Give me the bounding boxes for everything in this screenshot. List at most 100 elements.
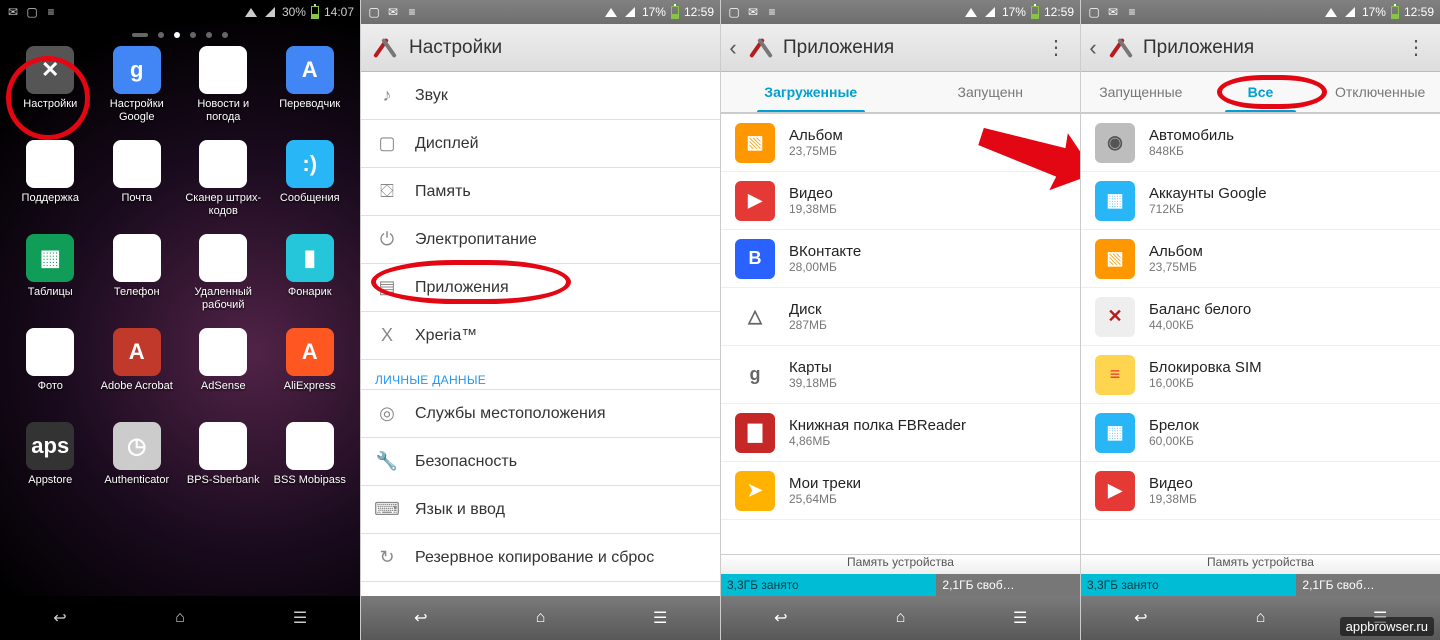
app-Таблицы[interactable]: ▦Таблицы: [8, 234, 93, 326]
setting-Язык и ввод[interactable]: ⌨Язык и ввод: [361, 486, 720, 534]
clock: 12:59: [1044, 5, 1074, 19]
app-row-ВКонтакте[interactable]: BВКонтакте28,00МБ: [721, 230, 1080, 288]
nav-home[interactable]: ⌂: [518, 606, 562, 630]
app-label: Фонарик: [288, 286, 332, 299]
app-Переводчик[interactable]: AПереводчик: [268, 46, 353, 138]
nav-back[interactable]: ↩: [1119, 606, 1163, 630]
app-row-Блокировка SIM[interactable]: ≡Блокировка SIM16,00КБ: [1081, 346, 1440, 404]
tab-Запущенн[interactable]: Запущенн: [901, 72, 1081, 112]
app-row-Видео[interactable]: ▶Видео19,38МБ: [721, 172, 1080, 230]
app-size: 4,86МБ: [789, 434, 966, 448]
tab-Запущенные[interactable]: Запущенные: [1081, 72, 1201, 112]
setting-icon: ⛋: [375, 180, 399, 204]
nav-back[interactable]: ↩: [759, 606, 803, 630]
app-Authenticator[interactable]: ◷Authenticator: [95, 422, 180, 514]
app-row-Баланс белого[interactable]: ✕Баланс белого44,00КБ: [1081, 288, 1440, 346]
overflow-menu[interactable]: ⋮: [1400, 35, 1432, 60]
screen-title: Приложения: [783, 37, 894, 59]
overflow-menu[interactable]: ⋮: [1040, 35, 1072, 60]
setting-icon: 🔧: [375, 450, 399, 474]
nav-recents[interactable]: ☰: [638, 606, 682, 630]
app-Фото[interactable]: ✦Фото: [8, 328, 93, 420]
nav-back[interactable]: ↩: [38, 606, 82, 630]
app-name: Автомобиль: [1149, 127, 1234, 144]
screen-title: Приложения: [1143, 37, 1254, 59]
app-AdSense[interactable]: ◧AdSense: [181, 328, 266, 420]
app-icon: aps: [26, 422, 74, 470]
storage-bar: Память устройства3,3ГБ занято2,1ГБ своб…: [1081, 554, 1440, 596]
app-Новости и погода[interactable]: ≣Новости и погода: [181, 46, 266, 138]
wifi-icon: [244, 5, 258, 19]
nav-recents[interactable]: ☰: [1358, 606, 1402, 630]
app-Почта[interactable]: ✉Почта: [95, 140, 180, 232]
setting-Приложения[interactable]: ▤Приложения: [361, 264, 720, 312]
app-row-Автомобиль[interactable]: ◉Автомобиль848КБ: [1081, 114, 1440, 172]
app-row-Карты[interactable]: gКарты39,18МБ: [721, 346, 1080, 404]
app-row-Диск[interactable]: △Диск287МБ: [721, 288, 1080, 346]
app-Appstore[interactable]: apsAppstore: [8, 422, 93, 514]
tab-Все[interactable]: Все: [1201, 72, 1321, 112]
setting-Электропитание[interactable]: ⏻Электропитание: [361, 216, 720, 264]
battery-icon: [311, 6, 319, 19]
app-Сканер штрих-кодов[interactable]: ║║Сканер штрих-кодов: [181, 140, 266, 232]
setting-label: Безопасность: [415, 453, 517, 471]
nav-recents[interactable]: ☰: [998, 606, 1042, 630]
app-Adobe Acrobat[interactable]: AAdobe Acrobat: [95, 328, 180, 420]
back-button[interactable]: ‹: [725, 35, 741, 61]
setting-Звук[interactable]: ♪Звук: [361, 72, 720, 120]
app-row-Альбом[interactable]: ▧Альбом23,75МБ: [1081, 230, 1440, 288]
back-button[interactable]: ‹: [1085, 35, 1101, 61]
app-icon: A: [113, 328, 161, 376]
nav-home[interactable]: ⌂: [878, 606, 922, 630]
setting-Безопасность[interactable]: 🔧 Безопасность: [361, 438, 720, 486]
setting-Резервное копирование и сброс[interactable]: ↻Резервное копирование и сброс: [361, 534, 720, 582]
battery-pct: 17%: [1002, 5, 1026, 19]
app-Удаленный рабочий[interactable]: ⎚Удаленный рабочий: [181, 234, 266, 326]
app-Сообщения[interactable]: :)Сообщения: [268, 140, 353, 232]
nav-bar: ↩ ⌂ ☰: [361, 596, 720, 640]
app-BPS-Sberbank[interactable]: ₴BPS-Sberbank: [181, 422, 266, 514]
action-bar: ‹ Приложения ⋮: [1081, 24, 1440, 72]
app-Настройки[interactable]: ✕Настройки: [8, 46, 93, 138]
app-icon: Xc: [26, 140, 74, 188]
nav-home[interactable]: ⌂: [158, 606, 202, 630]
battery-icon: [1391, 6, 1399, 19]
nav-home[interactable]: ⌂: [1238, 606, 1282, 630]
status-bar: ▢ ✉ ≡ 17% 12:59: [361, 0, 720, 24]
setting-Xperia™[interactable]: XXperia™: [361, 312, 720, 360]
app-Телефон[interactable]: ✆Телефон: [95, 234, 180, 326]
app-row-Мои треки[interactable]: ➤Мои треки25,64МБ: [721, 462, 1080, 520]
tab-Отключенные[interactable]: Отключенные: [1320, 72, 1440, 112]
app-row-Брелок[interactable]: ▦Брелок60,00КБ: [1081, 404, 1440, 462]
storage-caption: Память устройства: [1081, 554, 1440, 574]
app-Фонарик[interactable]: ▮Фонарик: [268, 234, 353, 326]
app-BSS Mobipass[interactable]: BSSBSS Mobipass: [268, 422, 353, 514]
app-icon: ▦: [1095, 181, 1135, 221]
status-bar: ✉ ▢ ≡ 30% 14:07: [0, 0, 360, 24]
nav-recents[interactable]: ☰: [278, 606, 322, 630]
app-row-Аккаунты Google[interactable]: ▦Аккаунты Google712КБ: [1081, 172, 1440, 230]
app-name: Брелок: [1149, 417, 1199, 434]
battery-icon: [671, 6, 679, 19]
app-row-Книжная полка FBReader[interactable]: ▇Книжная полка FBReader4,86МБ: [721, 404, 1080, 462]
app-Настройки Google[interactable]: gНастройки Google: [95, 46, 180, 138]
setting-Память[interactable]: ⛋Память: [361, 168, 720, 216]
sync-icon: ≡: [44, 5, 58, 19]
storage-used: 3,3ГБ занято: [721, 574, 936, 596]
setting-Службы местоположения[interactable]: ◎Службы местоположения: [361, 390, 720, 438]
battery-pct: 30%: [282, 5, 306, 19]
app-AliExpress[interactable]: AAliExpress: [268, 328, 353, 420]
app-name: Карты: [789, 359, 837, 376]
tab-Загруженные[interactable]: Загруженные: [721, 72, 901, 112]
signal-icon: [623, 5, 637, 19]
app-icon: g: [113, 46, 161, 94]
mail-icon: ✉: [6, 5, 20, 19]
app-Поддержка[interactable]: XcПоддержка: [8, 140, 93, 232]
nav-back[interactable]: ↩: [399, 606, 443, 630]
app-icon: g: [735, 355, 775, 395]
setting-Дисплей[interactable]: ▢Дисплей: [361, 120, 720, 168]
battery-icon: [1031, 6, 1039, 19]
app-row-Альбом[interactable]: ▧Альбом23,75МБ: [721, 114, 1080, 172]
app-row-Видео[interactable]: ▶Видео19,38МБ: [1081, 462, 1440, 520]
action-bar: Настройки: [361, 24, 720, 72]
